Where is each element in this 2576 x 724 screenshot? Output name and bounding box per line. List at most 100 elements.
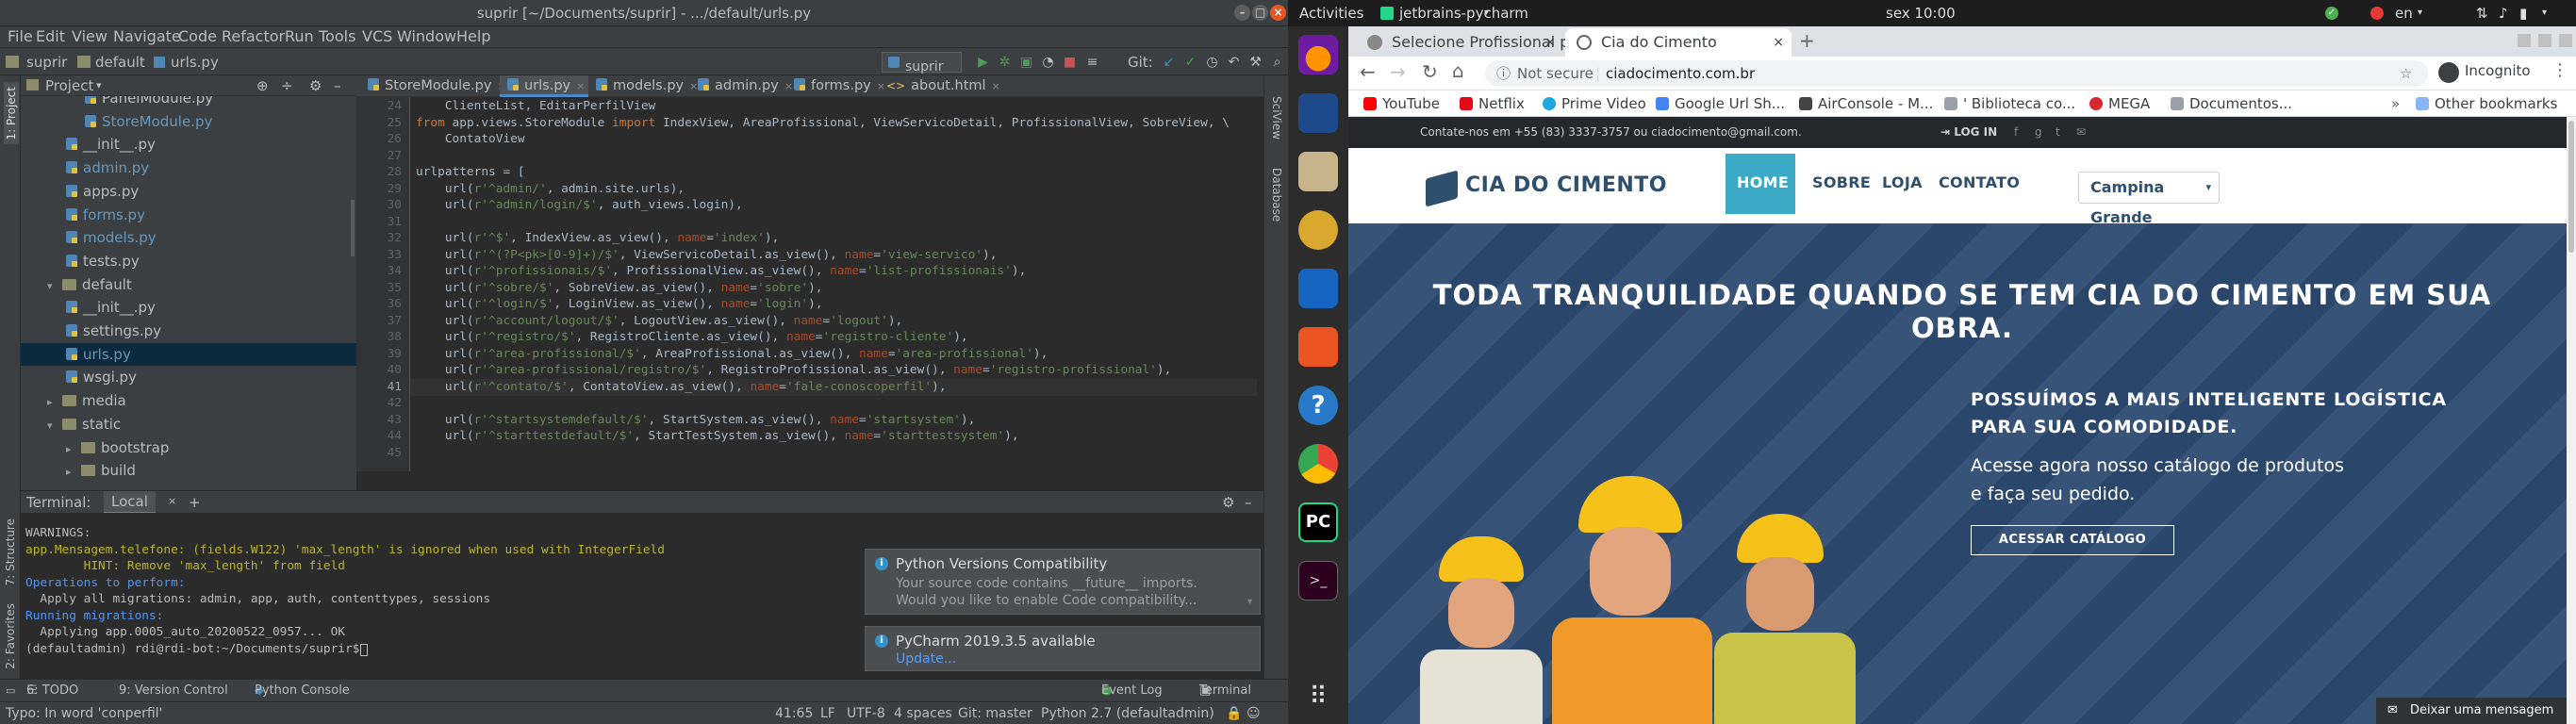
catalog-button[interactable]: ACESSAR CATÁLOGO: [1971, 525, 2174, 555]
search-everywhere-icon[interactable]: ⌕: [1269, 48, 1285, 70]
menu-navigate[interactable]: Navigate: [113, 26, 181, 47]
tree-item[interactable]: wsgi.py: [21, 366, 356, 389]
run-icon[interactable]: ▶: [975, 48, 991, 70]
hide-icon[interactable]: –: [1245, 491, 1252, 514]
firefox-icon[interactable]: [1298, 35, 1338, 74]
chevron-right-icon[interactable]: ▸: [47, 391, 58, 415]
bookmark-google-url[interactable]: Google Url Sh...: [1656, 90, 1785, 117]
menu-run[interactable]: Run: [285, 26, 314, 47]
tab-about-html[interactable]: <> about.html ×: [879, 75, 1000, 97]
terminal-tab-local[interactable]: Local: [104, 491, 156, 515]
bookmark-youtube[interactable]: YouTube: [1363, 90, 1440, 117]
toggle-tools-icon[interactable]: ▭: [6, 680, 15, 702]
network-icon[interactable]: ⇅: [2476, 0, 2488, 26]
incognito-label[interactable]: Incognito: [2465, 62, 2531, 79]
app-menu[interactable]: jetbrains-pycharm: [1399, 0, 1528, 26]
rhythmbox-icon[interactable]: [1298, 210, 1338, 250]
google-plus-icon[interactable]: g: [2035, 125, 2042, 139]
run-config-select[interactable]: suprir: [882, 52, 962, 74]
bookmark-prime-video[interactable]: Prime Video: [1543, 90, 1646, 117]
site-logo[interactable]: CIA DO CIMENTO: [1465, 173, 1667, 197]
nav-sobre[interactable]: SOBRE: [1812, 173, 1871, 191]
clock[interactable]: sex 10:00: [1886, 0, 1956, 26]
volume-icon[interactable]: ♪: [2499, 0, 2508, 26]
code-editor[interactable]: ClienteList, EditarPerfilView from app.vi…: [410, 97, 1257, 471]
bookmark-airconsole[interactable]: AirConsole - M...: [1799, 90, 1933, 117]
tool-project-toggle[interactable]: 1: Project: [4, 83, 19, 144]
tab-admin[interactable]: admin.py ×: [690, 75, 793, 97]
tab-models[interactable]: models.py ×: [588, 75, 698, 97]
menu-vcs[interactable]: VCS: [362, 26, 392, 47]
menu-help[interactable]: Help: [456, 26, 490, 47]
tree-item[interactable]: ▸ media: [21, 389, 356, 413]
update-icon[interactable]: ✓: [2325, 7, 2338, 20]
email-icon[interactable]: ✉: [2076, 125, 2086, 139]
bookmark-mega[interactable]: MEGA: [2089, 90, 2150, 117]
twitter-icon[interactable]: t: [2056, 125, 2060, 139]
close-icon[interactable]: ×: [168, 491, 176, 512]
tool-structure-toggle[interactable]: 7: Structure: [4, 518, 17, 585]
tree-item[interactable]: __init__.py: [21, 296, 356, 320]
notification-python-compat[interactable]: i Python Versions Compatibility Your sou…: [865, 549, 1261, 615]
build-icon[interactable]: ≡: [1084, 48, 1100, 70]
tool-favorites-toggle[interactable]: 2: Favorites: [4, 603, 17, 669]
close-icon[interactable]: ×: [992, 80, 1000, 92]
tab-storemodule[interactable]: StoreModule.py×: [360, 75, 506, 97]
show-apps-icon[interactable]: ⠿: [1298, 677, 1338, 716]
writer-icon[interactable]: [1298, 269, 1338, 308]
chat-widget[interactable]: ✉ Deixar uma mensagem: [2376, 698, 2576, 724]
chevron-down-icon[interactable]: ▾: [47, 415, 58, 438]
menu-tools[interactable]: Tools: [319, 26, 355, 47]
pycharm-icon[interactable]: PC: [1298, 502, 1338, 542]
chrome-icon[interactable]: [1298, 444, 1338, 484]
page-scrollbar[interactable]: [2567, 117, 2576, 724]
chevron-right-icon[interactable]: ▸: [66, 461, 77, 485]
vcs-commit-icon[interactable]: ✓: [1182, 48, 1198, 70]
bookmark-netflix[interactable]: Netflix: [1460, 90, 1525, 117]
chevron-down-icon[interactable]: ▾: [47, 275, 58, 299]
info-icon[interactable]: ⓘ: [1496, 60, 1511, 87]
inspector-icon[interactable]: ☺: [1247, 702, 1261, 724]
tree-item[interactable]: ▾ static: [21, 413, 356, 436]
chevron-right-icon[interactable]: ▸: [66, 438, 77, 462]
nav-home[interactable]: HOME: [1737, 173, 1789, 191]
settings-icon[interactable]: ⚒: [1247, 48, 1263, 70]
revert-icon[interactable]: ↶: [1226, 48, 1242, 70]
notification-body-2[interactable]: Would you like to enable Code compatibil…: [896, 593, 1197, 608]
gear-icon[interactable]: ⚙: [309, 75, 322, 96]
tree-item[interactable]: urls.py: [21, 342, 356, 367]
menu-view[interactable]: View: [72, 26, 107, 47]
chevron-down-icon[interactable]: ▾: [2418, 0, 2422, 26]
hide-icon[interactable]: –: [334, 75, 341, 96]
update-link[interactable]: Update...: [896, 651, 956, 666]
software-center-icon[interactable]: [1298, 327, 1338, 367]
help-icon[interactable]: ?: [1298, 386, 1338, 425]
tree-item[interactable]: PanelModule.py: [21, 96, 356, 110]
more-bookmarks-icon[interactable]: »: [2391, 90, 2400, 117]
thunderbird-icon[interactable]: [1298, 93, 1338, 133]
close-window-button[interactable]: ×: [1270, 5, 1286, 21]
terminal-icon[interactable]: >_: [1298, 561, 1338, 601]
gear-icon[interactable]: ⚙: [1222, 491, 1234, 514]
status-line-separator[interactable]: LF: [820, 702, 835, 724]
bookmark-documentos[interactable]: Documentos...: [2171, 90, 2292, 117]
status-interpreter[interactable]: Python 2.7 (defaultadmin): [1041, 702, 1214, 724]
tree-item[interactable]: models.py: [21, 226, 356, 250]
bookmark-biblioteca[interactable]: ' Biblioteca co...: [1944, 90, 2075, 117]
facebook-icon[interactable]: f: [2014, 125, 2018, 139]
locate-icon[interactable]: ⊕: [256, 75, 269, 96]
menu-refactor[interactable]: Refactor: [222, 26, 285, 47]
more-icon[interactable]: ⋮: [2551, 60, 2568, 80]
tool-sciview-toggle[interactable]: SciView: [1270, 96, 1283, 140]
tree-item[interactable]: forms.py: [21, 204, 356, 227]
stop-icon[interactable]: ■: [1062, 48, 1078, 70]
reload-icon[interactable]: ↻: [1422, 60, 1438, 83]
history-icon[interactable]: ◷: [1204, 48, 1220, 70]
tree-item[interactable]: admin.py: [21, 156, 356, 180]
star-icon[interactable]: ☆: [2400, 60, 2412, 87]
chevron-down-icon[interactable]: ▾: [1247, 597, 1252, 607]
menu-file[interactable]: File: [8, 26, 33, 47]
status-caret-position[interactable]: 41:65: [775, 702, 813, 724]
breadcrumb-project[interactable]: suprir: [26, 48, 67, 76]
close-icon[interactable]: ×: [1544, 28, 1556, 57]
